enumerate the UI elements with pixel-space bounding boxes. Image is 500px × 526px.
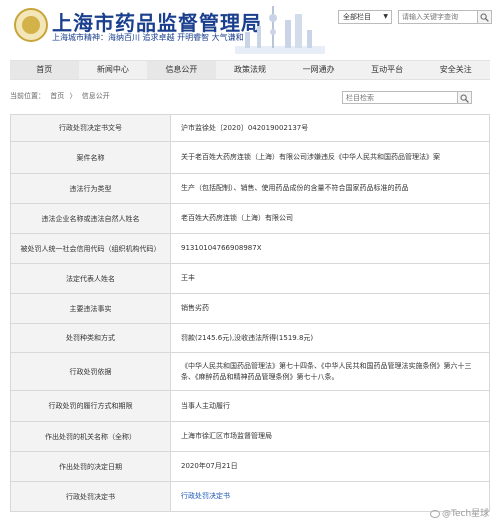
search-icon [480, 13, 489, 22]
search-button[interactable] [478, 10, 492, 24]
row-label: 被处罚人统一社会信用代码（组织机构代码） [10, 233, 171, 264]
table-row: 处罚种类和方式 罚款(2145.6元),没收违法所得(1519.8元) [10, 323, 490, 353]
nav-item-safety[interactable]: 安全关注 [421, 61, 490, 79]
nav-item-home[interactable]: 首页 [10, 61, 79, 79]
row-value: 2020年07月21日 [170, 451, 490, 482]
table-row: 行政处罚决定书文号 沪市监徐处〔2020〕042019002137号 [10, 114, 490, 142]
watermark: @Tech星球 [430, 506, 489, 519]
row-label: 案件名称 [10, 141, 171, 174]
search-input[interactable] [398, 10, 478, 24]
row-value: 沪市监徐处〔2020〕042019002137号 [170, 114, 490, 142]
main-nav: 首页 新闻中心 信息公开 政策法规 一网通办 互动平台 安全关注 [10, 60, 490, 80]
row-label: 法定代表人姓名 [10, 263, 171, 294]
table-row: 法定代表人姓名 王丰 [10, 263, 490, 294]
breadcrumb-section[interactable]: 信息公开 [82, 92, 110, 100]
weibo-logo-icon [430, 509, 440, 518]
row-label: 作出处罚的决定日期 [10, 451, 171, 482]
site-header: 上海市药品监督管理局 上海城市精神：海纳百川 追求卓越 开明睿智 大气谦和 全部… [0, 0, 500, 58]
row-label: 行政处罚决定书文号 [10, 114, 171, 142]
site-motto: 上海城市精神：海纳百川 追求卓越 开明睿智 大气谦和 [52, 33, 244, 42]
penalty-info-table: 行政处罚决定书文号 沪市监徐处〔2020〕042019002137号 案件名称 … [10, 114, 490, 512]
table-row: 违法行为类型 生产（包括配制）、销售、使用药品成份的含量不符合国家药品标准的药品 [10, 173, 490, 204]
nav-item-policy[interactable]: 政策法规 [216, 61, 285, 79]
table-row: 案件名称 关于老百姓大药房连锁（上海）有限公司涉嫌违反《中华人民共和国药品管理法… [10, 141, 490, 174]
table-row: 作出处罚的决定日期 2020年07月21日 [10, 451, 490, 482]
table-row: 被处罚人统一社会信用代码（组织机构代码） 91310104766908987X [10, 233, 490, 264]
scope-select-value: 全部栏目 [343, 13, 371, 21]
scope-select[interactable]: 全部栏目 ▼ [338, 10, 392, 24]
section-search-input[interactable] [342, 91, 458, 104]
breadcrumb-prefix: 当前位置： [10, 92, 45, 100]
row-label: 作出处罚的机关名称（全称） [10, 421, 171, 452]
row-label: 处罚种类和方式 [10, 323, 171, 353]
table-row: 作出处罚的机关名称（全称） 上海市徐汇区市场监督管理局 [10, 421, 490, 452]
row-value: 当事人主动履行 [170, 390, 490, 422]
search-icon [460, 94, 469, 103]
nav-item-interaction[interactable]: 互动平台 [353, 61, 422, 79]
row-value: 《中华人民共和国药品管理法》第七十四条、《中华人民共和国药品管理法实施条例》第六… [170, 352, 490, 391]
row-value: 关于老百姓大药房连锁（上海）有限公司涉嫌违反《中华人民共和国药品管理法》案 [170, 141, 490, 174]
watermark-text: @Tech星球 [442, 509, 490, 519]
table-row: 违法企业名称或违法自然人姓名 老百姓大药房连锁（上海）有限公司 [10, 203, 490, 234]
row-value: 上海市徐汇区市场监督管理局 [170, 421, 490, 452]
table-row: 行政处罚依据 《中华人民共和国药品管理法》第七十四条、《中华人民共和国药品管理法… [10, 352, 490, 391]
row-value: 罚款(2145.6元),没收违法所得(1519.8元) [170, 323, 490, 353]
row-label: 违法企业名称或违法自然人姓名 [10, 203, 171, 234]
row-label: 行政处罚决定书 [10, 481, 171, 512]
row-value: 王丰 [170, 263, 490, 294]
table-row: 行政处罚决定书 行政处罚决定书 [10, 481, 490, 512]
section-search-button[interactable] [458, 91, 472, 104]
decision-document-link[interactable]: 行政处罚决定书 [181, 492, 230, 500]
row-label: 行政处罚依据 [10, 352, 171, 391]
row-label: 行政处罚的履行方式和期限 [10, 390, 171, 422]
table-row: 行政处罚的履行方式和期限 当事人主动履行 [10, 390, 490, 422]
row-label: 违法行为类型 [10, 173, 171, 204]
city-skyline-icon [235, 6, 325, 54]
row-value: 老百姓大药房连锁（上海）有限公司 [170, 203, 490, 234]
row-value: 91310104766908987X [170, 233, 490, 264]
row-label: 主要违法事实 [10, 293, 171, 324]
breadcrumb: 当前位置： 首页 〉 信息公开 [10, 91, 113, 101]
nav-item-news[interactable]: 新闻中心 [79, 61, 148, 79]
nav-item-services[interactable]: 一网通办 [284, 61, 353, 79]
row-value: 销售劣药 [170, 293, 490, 324]
breadcrumb-home[interactable]: 首页 [50, 92, 64, 100]
row-value: 生产（包括配制）、销售、使用药品成份的含量不符合国家药品标准的药品 [170, 173, 490, 204]
nav-item-disclosure[interactable]: 信息公开 [147, 61, 216, 79]
chevron-down-icon: ▼ [383, 13, 388, 20]
breadcrumb-separator: 〉 [69, 92, 77, 100]
table-row: 主要违法事实 销售劣药 [10, 293, 490, 324]
emblem-logo-icon [14, 8, 48, 42]
